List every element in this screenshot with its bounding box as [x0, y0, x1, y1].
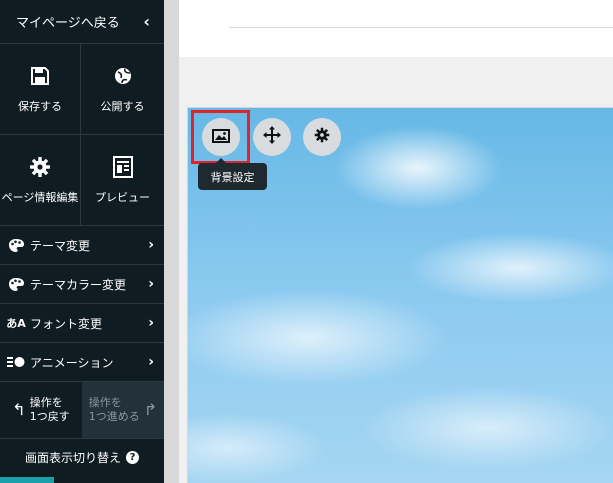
sidebar-item-theme-color-change[interactable]: テーマカラー変更 › [0, 265, 164, 304]
undo-line1: 操作を [29, 396, 63, 410]
back-to-mypage-button[interactable]: マイページへ戻る ‹ [0, 0, 164, 44]
sidebar-item-animation[interactable]: アニメーション › [0, 343, 164, 382]
sidebar-scrollbar[interactable] [164, 0, 179, 483]
display-toggle-button[interactable]: 画面表示切り替え ? [0, 439, 164, 475]
theme-change-label: テーマ変更 [30, 238, 91, 253]
redo-icon: ↱ [143, 400, 158, 419]
sidebar-item-font-change[interactable]: あA フォント変更 › [0, 304, 164, 343]
gear-icon [28, 155, 52, 179]
gear-icon [314, 127, 330, 147]
animation-icon [6, 353, 26, 371]
chevron-right-icon: › [148, 354, 154, 370]
move-button[interactable] [253, 118, 291, 156]
chevron-right-icon: › [148, 315, 154, 331]
undo-icon: ↰ [12, 400, 26, 419]
publish-label: 公開する [100, 100, 145, 113]
font-icon: あA [6, 317, 26, 330]
theme-color-change-label: テーマカラー変更 [30, 277, 127, 292]
save-icon [28, 64, 52, 88]
redo-button[interactable]: 操作を 1つ進める ↱ [82, 382, 164, 438]
save-label: 保存する [18, 100, 62, 113]
font-change-label: フォント変更 [30, 316, 103, 331]
sidebar-item-theme-change[interactable]: テーマ変更 › [0, 226, 164, 265]
help-icon[interactable]: ? [126, 450, 139, 464]
palette-icon [6, 236, 26, 254]
animation-label: アニメーション [30, 355, 114, 370]
highlight-box [191, 110, 250, 164]
page-info-edit-button[interactable]: ページ情報編集 [0, 135, 81, 226]
preview-icon [111, 155, 135, 179]
preview-label: プレビュー [95, 191, 150, 204]
undo-redo-row: ↰ 操作を 1つ戻す 操作を 1つ進める ↱ [0, 382, 164, 439]
preview-button[interactable]: プレビュー [81, 135, 164, 226]
redo-line1: 操作を [88, 396, 122, 410]
background-settings-tooltip: 背景設定 [198, 158, 267, 190]
action-grid: 保存する 公開する ページ情報編集 プレビュー [0, 44, 164, 226]
redo-label: 操作を 1つ進める [89, 396, 140, 424]
undo-button[interactable]: ↰ 操作を 1つ戻す [0, 382, 82, 438]
move-icon [263, 126, 281, 148]
chevron-right-icon: › [148, 237, 154, 253]
chevron-left-icon: ‹ [143, 12, 150, 31]
chevron-right-icon: › [148, 276, 154, 292]
publish-button[interactable]: 公開する [81, 44, 164, 135]
progress-accent-bar [0, 477, 54, 483]
undo-label: 操作を 1つ戻す [30, 396, 70, 424]
back-label: マイページへ戻る [16, 16, 120, 31]
save-button[interactable]: 保存する [0, 44, 81, 135]
top-panel [179, 0, 613, 57]
block-settings-button[interactable] [303, 118, 341, 156]
globe-icon [111, 64, 135, 88]
divider [229, 27, 613, 28]
undo-line2: 1つ戻す [29, 410, 70, 423]
palette-icon [6, 275, 26, 293]
editor-sidebar: マイページへ戻る ‹ 保存する 公開する ページ情報編集 プレビュー テーマ変更… [0, 0, 164, 483]
page-info-edit-label: ページ情報編集 [1, 191, 79, 204]
redo-line2: 1つ進める [88, 410, 140, 423]
display-toggle-label: 画面表示切り替え [24, 450, 121, 465]
